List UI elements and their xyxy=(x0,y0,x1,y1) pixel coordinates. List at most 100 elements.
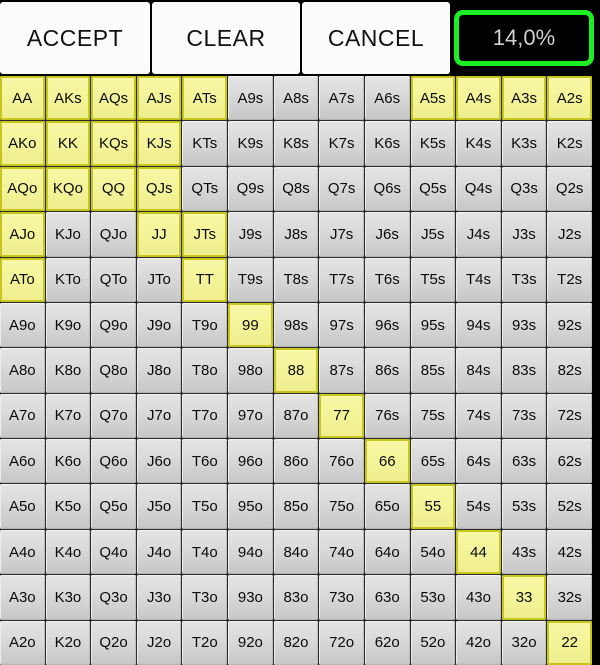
hand-cell-75s[interactable]: 75s xyxy=(410,393,456,439)
hand-cell-86s[interactable]: 86s xyxy=(364,348,410,393)
hand-cell-a3s[interactable]: A3s xyxy=(501,76,547,121)
hand-cell-k6o[interactable]: K6o xyxy=(45,439,91,484)
hand-cell-84s[interactable]: 84s xyxy=(456,348,501,393)
hand-cell-t2s[interactable]: T2s xyxy=(547,257,592,302)
hand-cell-k9s[interactable]: K9s xyxy=(228,121,273,166)
hand-cell-a7s[interactable]: A7s xyxy=(319,76,364,121)
hand-cell-j8s[interactable]: J8s xyxy=(273,212,319,257)
hand-cell-q6o[interactable]: Q6o xyxy=(91,439,136,484)
hand-cell-q8o[interactable]: Q8o xyxy=(91,348,136,393)
hand-cell-j4s[interactable]: J4s xyxy=(456,212,501,257)
hand-cell-82o[interactable]: 82o xyxy=(273,620,319,665)
hand-cell-88[interactable]: 88 xyxy=(273,348,319,393)
clear-button[interactable]: CLEAR xyxy=(152,2,300,74)
hand-cell-q5o[interactable]: Q5o xyxy=(91,484,136,529)
hand-cell-k4o[interactable]: K4o xyxy=(45,529,91,575)
hand-cell-73o[interactable]: 73o xyxy=(319,575,364,620)
hand-cell-q3s[interactable]: Q3s xyxy=(501,166,547,212)
hand-cell-a4o[interactable]: A4o xyxy=(0,529,45,575)
hand-cell-86o[interactable]: 86o xyxy=(273,439,319,484)
hand-cell-55[interactable]: 55 xyxy=(410,484,456,529)
hand-cell-54s[interactable]: 54s xyxy=(456,484,501,529)
hand-cell-qjs[interactable]: QJs xyxy=(136,166,182,212)
hand-cell-k7o[interactable]: K7o xyxy=(45,393,91,439)
hand-cell-87s[interactable]: 87s xyxy=(319,348,364,393)
hand-cell-kts[interactable]: KTs xyxy=(182,121,228,166)
hand-cell-q4s[interactable]: Q4s xyxy=(456,166,501,212)
accept-button[interactable]: ACCEPT xyxy=(0,2,150,74)
hand-cell-kqs[interactable]: KQs xyxy=(91,121,136,166)
hand-cell-q7s[interactable]: Q7s xyxy=(319,166,364,212)
hand-cell-t3o[interactable]: T3o xyxy=(182,575,228,620)
hand-cell-87o[interactable]: 87o xyxy=(273,393,319,439)
hand-cell-j7o[interactable]: J7o xyxy=(136,393,182,439)
hand-cell-aa[interactable]: AA xyxy=(0,76,45,121)
hand-cell-92o[interactable]: 92o xyxy=(228,620,273,665)
hand-cell-99[interactable]: 99 xyxy=(228,302,273,348)
hand-cell-q7o[interactable]: Q7o xyxy=(91,393,136,439)
hand-cell-a5o[interactable]: A5o xyxy=(0,484,45,529)
hand-cell-a9s[interactable]: A9s xyxy=(228,76,273,121)
hand-cell-t2o[interactable]: T2o xyxy=(182,620,228,665)
hand-cell-aks[interactable]: AKs xyxy=(45,76,91,121)
hand-cell-t7s[interactable]: T7s xyxy=(319,257,364,302)
hand-cell-t6s[interactable]: T6s xyxy=(364,257,410,302)
hand-cell-kto[interactable]: KTo xyxy=(45,257,91,302)
hand-cell-98o[interactable]: 98o xyxy=(228,348,273,393)
hand-cell-96s[interactable]: 96s xyxy=(364,302,410,348)
hand-cell-32o[interactable]: 32o xyxy=(501,620,547,665)
hand-cell-a6s[interactable]: A6s xyxy=(364,76,410,121)
hand-cell-83o[interactable]: 83o xyxy=(273,575,319,620)
hand-cell-96o[interactable]: 96o xyxy=(228,439,273,484)
hand-cell-77[interactable]: 77 xyxy=(319,393,364,439)
hand-cell-q2o[interactable]: Q2o xyxy=(91,620,136,665)
hand-cell-kk[interactable]: KK xyxy=(45,121,91,166)
hand-cell-q9s[interactable]: Q9s xyxy=(228,166,273,212)
hand-cell-33[interactable]: 33 xyxy=(501,575,547,620)
hand-cell-j2s[interactable]: J2s xyxy=(547,212,592,257)
hand-cell-k3s[interactable]: K3s xyxy=(501,121,547,166)
hand-cell-j5s[interactable]: J5s xyxy=(410,212,456,257)
hand-cell-64o[interactable]: 64o xyxy=(364,529,410,575)
hand-cell-52s[interactable]: 52s xyxy=(547,484,592,529)
hand-cell-93o[interactable]: 93o xyxy=(228,575,273,620)
hand-cell-k8o[interactable]: K8o xyxy=(45,348,91,393)
hand-cell-a2o[interactable]: A2o xyxy=(0,620,45,665)
hand-cell-t4o[interactable]: T4o xyxy=(182,529,228,575)
hand-cell-52o[interactable]: 52o xyxy=(410,620,456,665)
hand-cell-85s[interactable]: 85s xyxy=(410,348,456,393)
hand-cell-54o[interactable]: 54o xyxy=(410,529,456,575)
hand-cell-22[interactable]: 22 xyxy=(547,620,592,665)
hand-cell-k5o[interactable]: K5o xyxy=(45,484,91,529)
hand-cell-63s[interactable]: 63s xyxy=(501,439,547,484)
hand-cell-q5s[interactable]: Q5s xyxy=(410,166,456,212)
hand-cell-t5s[interactable]: T5s xyxy=(410,257,456,302)
hand-cell-74s[interactable]: 74s xyxy=(456,393,501,439)
hand-cell-j8o[interactable]: J8o xyxy=(136,348,182,393)
hand-cell-q6s[interactable]: Q6s xyxy=(364,166,410,212)
hand-cell-a6o[interactable]: A6o xyxy=(0,439,45,484)
hand-cell-a7o[interactable]: A7o xyxy=(0,393,45,439)
hand-cell-83s[interactable]: 83s xyxy=(501,348,547,393)
hand-cell-k8s[interactable]: K8s xyxy=(273,121,319,166)
hand-cell-aqo[interactable]: AQo xyxy=(0,166,45,212)
hand-cell-k2s[interactable]: K2s xyxy=(547,121,592,166)
hand-cell-66[interactable]: 66 xyxy=(364,439,410,484)
hand-cell-qto[interactable]: QTo xyxy=(91,257,136,302)
hand-cell-63o[interactable]: 63o xyxy=(364,575,410,620)
hand-cell-a3o[interactable]: A3o xyxy=(0,575,45,620)
hand-cell-93s[interactable]: 93s xyxy=(501,302,547,348)
hand-cell-q2s[interactable]: Q2s xyxy=(547,166,592,212)
hand-cell-62s[interactable]: 62s xyxy=(547,439,592,484)
hand-cell-72s[interactable]: 72s xyxy=(547,393,592,439)
hand-cell-t6o[interactable]: T6o xyxy=(182,439,228,484)
hand-cell-k9o[interactable]: K9o xyxy=(45,302,91,348)
hand-cell-aqs[interactable]: AQs xyxy=(91,76,136,121)
hand-cell-q8s[interactable]: Q8s xyxy=(273,166,319,212)
hand-cell-84o[interactable]: 84o xyxy=(273,529,319,575)
hand-cell-q3o[interactable]: Q3o xyxy=(91,575,136,620)
hand-cell-ats[interactable]: ATs xyxy=(182,76,228,121)
hand-cell-t9o[interactable]: T9o xyxy=(182,302,228,348)
hand-cell-k6s[interactable]: K6s xyxy=(364,121,410,166)
hand-cell-qq[interactable]: QQ xyxy=(91,166,136,212)
